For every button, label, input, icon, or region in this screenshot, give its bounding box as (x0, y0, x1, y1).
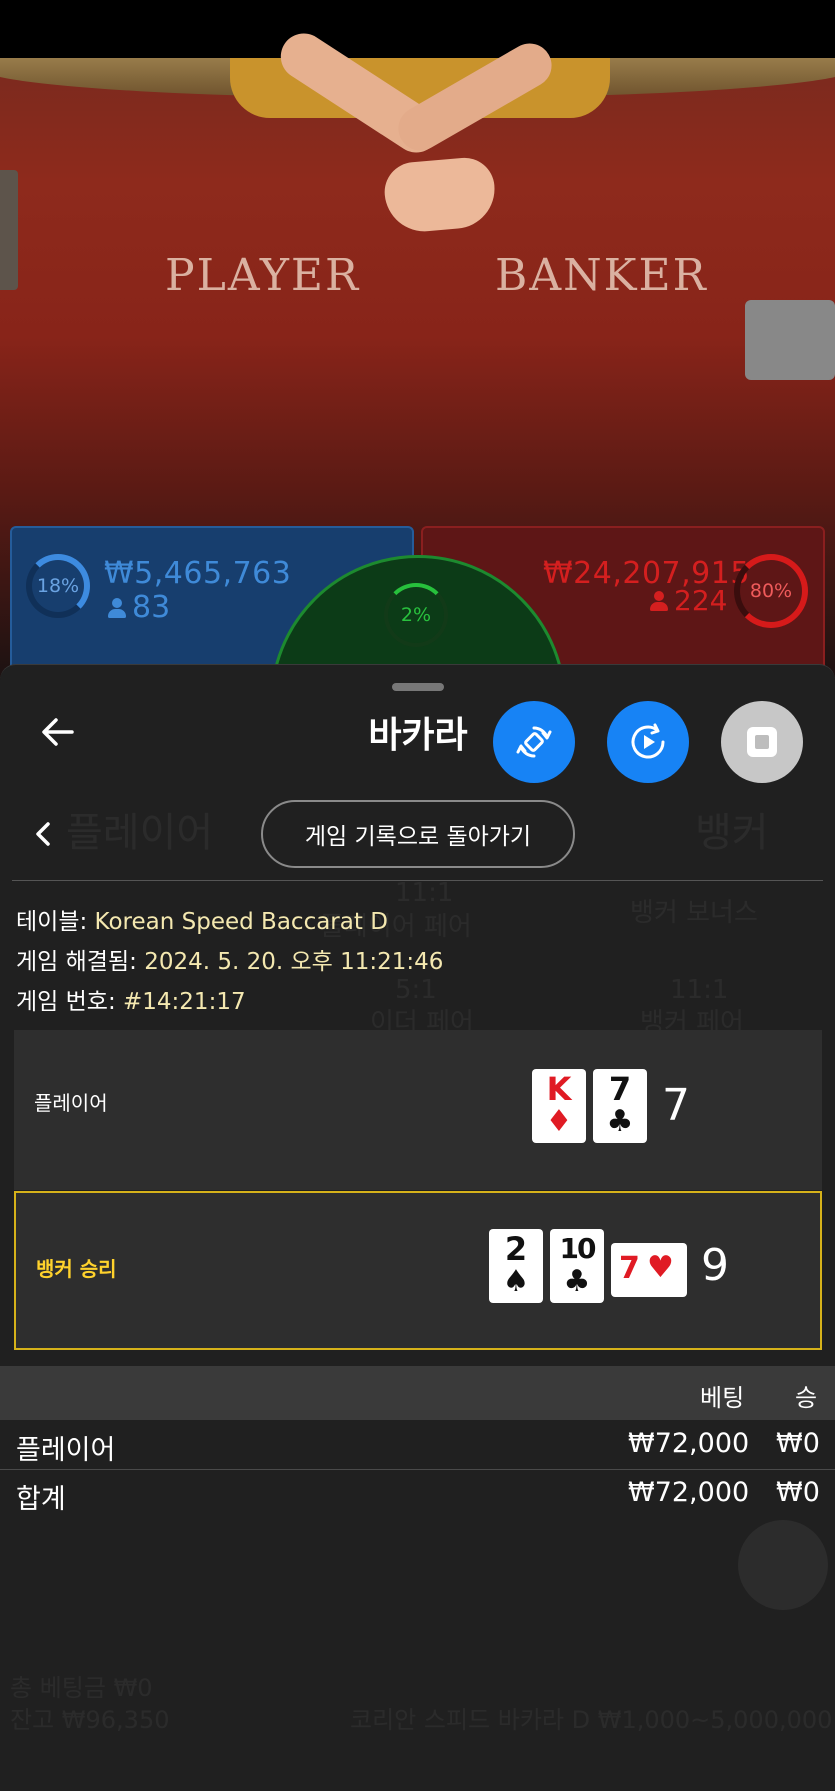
card-rank: K (546, 1070, 572, 1108)
table-banker-word: BANKER (495, 250, 708, 301)
card-rank: 7 (619, 1251, 640, 1286)
ghost-banker-bonus: 뱅커 보너스 (630, 898, 758, 928)
card-suit-icon: ♠ (502, 1264, 530, 1299)
player-percent: 18% (36, 575, 80, 597)
banker-card-1: 2 ♠ (489, 1229, 543, 1303)
banker-count-value: 224 (674, 584, 728, 617)
bet-column-header: 베팅 (700, 1384, 745, 1412)
status-bar (0, 0, 835, 58)
player-bet-amount: ₩5,465,763 (104, 556, 292, 591)
player-score: 7 (662, 1080, 690, 1131)
player-result-row (14, 1030, 822, 1190)
divider (0, 1469, 835, 1470)
ghost-banker-area: 뱅커 (695, 810, 769, 856)
ghost-banker-pair-odds: 11:1 (670, 975, 729, 1005)
card-rank: 10 (559, 1232, 597, 1265)
banker-card-3-sideways: 7 ♥ (611, 1243, 687, 1297)
back-to-history-button[interactable]: 게임 기록으로 돌아가기 (261, 800, 575, 868)
ghost-balance: 잔고 ₩96,350 (10, 1706, 170, 1734)
card-suit-icon: ♥ (647, 1250, 674, 1285)
ghost-table-limits: 코리안 스피드 바카라 D ₩1,000~5,000,000 (350, 1706, 833, 1734)
banker-percent: 80% (749, 580, 793, 602)
table-info-label: 테이블: (16, 909, 88, 935)
player-result-label: 플레이어 (34, 1091, 108, 1115)
card-suit-icon: ♦ (545, 1104, 573, 1139)
replay-video-button[interactable] (607, 701, 689, 783)
game-number-value: #14:21:17 (123, 989, 246, 1015)
stop-icon (747, 727, 777, 757)
bet-row-win: ₩0 (776, 1428, 820, 1459)
card-suit-icon: ♣ (606, 1104, 634, 1139)
tie-percent-ring: 2% (384, 583, 448, 647)
player-card-2: 7 ♣ (593, 1069, 647, 1143)
game-number-label: 게임 번호: (16, 989, 116, 1015)
resolved-info-label: 게임 해결됨: (16, 949, 137, 975)
player-card-1: K ♦ (532, 1069, 586, 1143)
person-icon (108, 598, 126, 618)
card-rank: 2 (504, 1230, 528, 1268)
chevron-left-icon[interactable] (32, 820, 56, 848)
resolved-info: 게임 해결됨: 2024. 5. 20. 오후 11:21:46 (16, 942, 443, 976)
rotate-swap-icon (516, 726, 552, 758)
table-info: 테이블: Korean Speed Baccarat D (16, 902, 388, 936)
drag-handle[interactable] (392, 683, 444, 691)
swap-view-button[interactable] (493, 701, 575, 783)
total-row-win: ₩0 (776, 1477, 820, 1508)
total-row-name: 합계 (16, 1484, 66, 1515)
divider (12, 880, 823, 881)
ghost-player-area: 플레이어 (66, 810, 214, 856)
player-bettor-count: 83 (108, 590, 170, 625)
banker-score: 9 (701, 1240, 729, 1291)
stop-button[interactable] (721, 701, 803, 783)
bet-row-amount: ₩72,000 (628, 1428, 750, 1459)
ghost-menu-button (738, 1520, 828, 1610)
back-arrow-icon[interactable] (38, 712, 78, 752)
player-count-value: 83 (132, 590, 171, 625)
player-percent-ring: 18% (26, 554, 90, 618)
total-row-amount: ₩72,000 (628, 1477, 750, 1508)
table-player-word: PLAYER (165, 250, 361, 301)
resolved-info-value: 2024. 5. 20. 오후 11:21:46 (144, 949, 444, 975)
tie-percent: 2% (400, 604, 432, 626)
replay-icon (631, 723, 665, 759)
ghost-either-pair-odds: 5:1 (395, 975, 437, 1005)
panel-title: 바카라 (368, 715, 468, 756)
banker-percent-ring: 80% (734, 554, 808, 628)
banker-win-label: 뱅커 승리 (36, 1257, 117, 1281)
card-rank: 7 (608, 1070, 632, 1108)
ghost-player-pair-odds: 11:1 (395, 878, 454, 908)
banker-card-2: 10 ♣ (550, 1229, 604, 1303)
game-number-info: 게임 번호: #14:21:17 (16, 982, 246, 1016)
win-column-header: 승 (795, 1384, 818, 1412)
table-info-value: Korean Speed Baccarat D (94, 909, 388, 935)
banker-bettor-count: 224 (650, 584, 727, 617)
card-shoe-left (0, 170, 18, 290)
person-icon (650, 591, 668, 611)
card-suit-icon: ♣ (563, 1264, 591, 1299)
ghost-total-bet: 총 베팅금 ₩0 (10, 1674, 153, 1702)
bet-row-name: 플레이어 (16, 1435, 116, 1466)
card-shoe-right (745, 300, 835, 380)
